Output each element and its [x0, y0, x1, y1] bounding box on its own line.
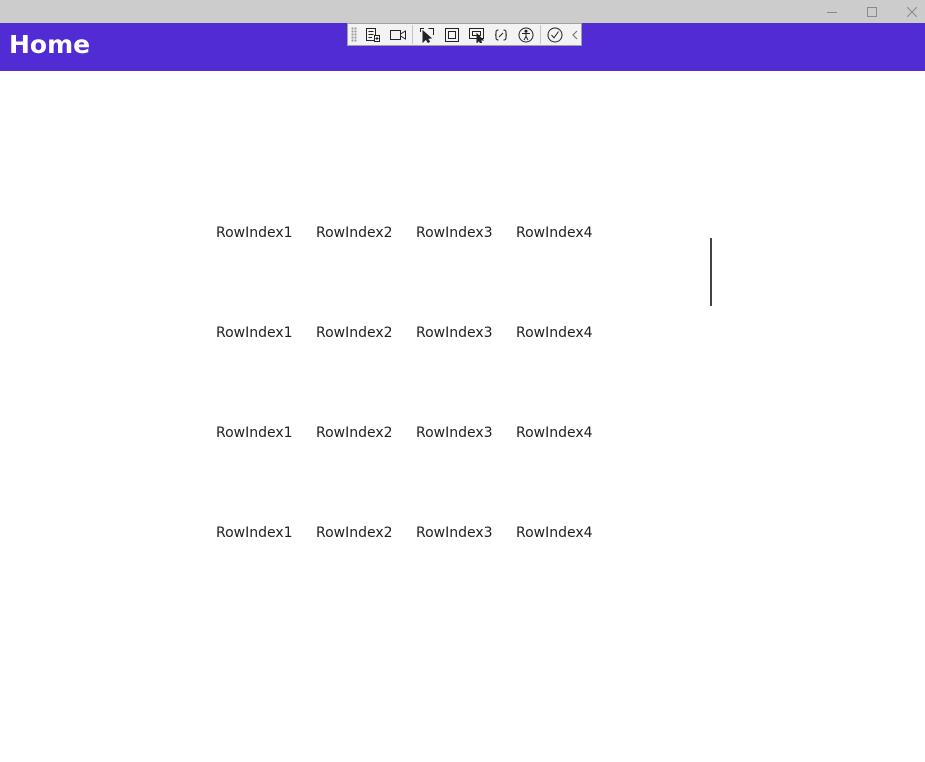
select-element-icon[interactable] [417, 25, 438, 44]
grid-cell: RowIndex4 [516, 225, 593, 241]
grid-cell: RowIndex2 [316, 325, 393, 341]
scrollbar-thumb[interactable] [710, 238, 712, 306]
collapse-toolbar-icon[interactable] [570, 25, 581, 44]
grid-cell: RowIndex4 [516, 325, 593, 341]
grid-cell: RowIndex1 [216, 225, 293, 241]
maximize-icon[interactable] [852, 0, 892, 23]
grid-cell: RowIndex3 [416, 225, 493, 241]
track-focused-element-icon[interactable] [466, 25, 487, 44]
toolbar-grip-icon[interactable] [351, 27, 357, 42]
minimize-icon[interactable] [812, 0, 852, 23]
close-icon[interactable] [892, 0, 925, 23]
window-titlebar[interactable] [0, 0, 925, 23]
hot-reload-status-icon[interactable] [545, 25, 566, 44]
grid-cell: RowIndex4 [516, 425, 593, 441]
grid-cell: RowIndex1 [216, 425, 293, 441]
binding-failures-icon[interactable] [491, 25, 512, 44]
grid-cell: RowIndex3 [416, 425, 493, 441]
toolbar-separator [411, 25, 413, 44]
grid-cell: RowIndex1 [216, 525, 293, 541]
grid-cell: RowIndex2 [316, 225, 393, 241]
display-layout-adorners-icon[interactable] [442, 25, 463, 44]
live-visual-tree-icon[interactable] [363, 25, 384, 44]
grid-cell: RowIndex2 [316, 525, 393, 541]
record-icon[interactable] [387, 25, 408, 44]
grid-cell: RowIndex2 [316, 425, 393, 441]
main-content: RowIndex1 RowIndex2 RowIndex3 RowIndex4 … [0, 71, 925, 762]
grid-cell: RowIndex3 [416, 325, 493, 341]
page-title: Home [9, 30, 91, 59]
accessibility-checker-icon[interactable] [516, 25, 537, 44]
grid-cell: RowIndex1 [216, 325, 293, 341]
xaml-devtools-toolbar[interactable] [347, 23, 582, 46]
grid-cell: RowIndex4 [516, 525, 593, 541]
toolbar-separator [540, 25, 542, 44]
grid-cell: RowIndex3 [416, 525, 493, 541]
